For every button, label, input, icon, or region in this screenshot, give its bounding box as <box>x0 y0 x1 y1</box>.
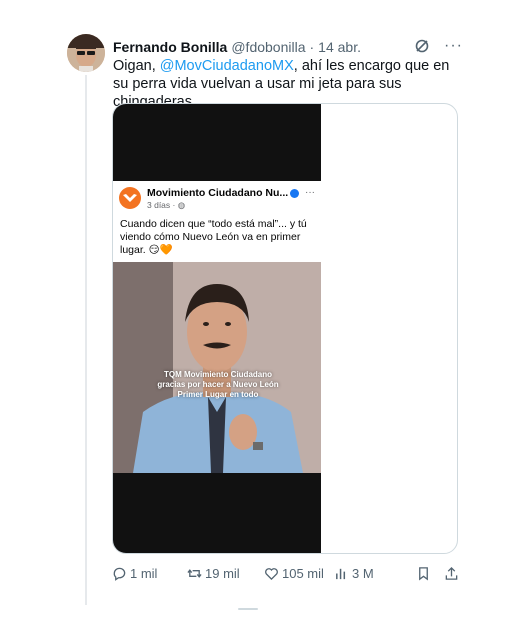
like-count: 105 mil <box>282 566 324 581</box>
photo-overlay-text: TQM Movimiento Ciudadano gracias por hac… <box>157 370 279 399</box>
like-icon <box>265 568 278 581</box>
fb-post-header: Movimiento Ciudadano Nu... 3 días · ◍ <box>119 187 300 211</box>
more-icon[interactable]: ··· <box>444 38 463 54</box>
like-button[interactable]: 105 mil <box>264 566 324 581</box>
media-card[interactable]: Movimiento Ciudadano Nu... 3 días · ◍ ··… <box>112 103 458 554</box>
tweet-text-prefix: Oigan, <box>113 58 160 74</box>
bookmark-icon <box>419 567 428 581</box>
fb-post-photo: TQM Movimiento Ciudadano gracias por hac… <box>113 262 321 473</box>
reply-icon <box>113 567 126 581</box>
avatar[interactable] <box>67 34 105 72</box>
share-button[interactable] <box>444 566 462 581</box>
verified-icon <box>290 188 300 198</box>
embedded-facebook-post: Movimiento Ciudadano Nu... 3 días · ◍ ··… <box>113 181 321 473</box>
tweet-actions: 1 mil 19 mil 105 mil 3 M <box>112 566 462 586</box>
reply-count: 1 mil <box>130 566 158 581</box>
grok-icon[interactable] <box>414 38 430 54</box>
header-actions: ··· <box>414 38 463 54</box>
author-handle[interactable]: @fdobonilla <box>231 39 305 55</box>
reply-button[interactable]: 1 mil <box>112 566 157 581</box>
views-count: 3 M <box>352 566 374 581</box>
author-name[interactable]: Fernando Bonilla <box>113 39 227 55</box>
tweet-header: Fernando Bonilla @fdobonilla · 14 abr. ·… <box>113 38 463 56</box>
globe-icon: ◍ <box>177 200 186 210</box>
fb-page-name: Movimiento Ciudadano Nu... <box>147 187 300 199</box>
fb-post-text: Cuando dicen que “todo está mal”... y tú… <box>120 218 307 256</box>
thread-line <box>85 75 87 605</box>
avatar-image <box>67 34 105 72</box>
movimiento-ciudadano-logo-icon <box>119 187 141 209</box>
separator: · <box>309 39 315 55</box>
fb-post-age: 3 días · ◍ <box>147 200 186 210</box>
mention-link[interactable]: @MovCiudadanoMX <box>160 58 294 74</box>
share-icon <box>445 566 458 580</box>
views-button[interactable]: 3 M <box>334 566 374 581</box>
person-photo <box>113 262 321 473</box>
repost-count: 19 mil <box>205 566 240 581</box>
timestamp[interactable]: 14 abr. <box>318 39 361 55</box>
bottom-divider <box>238 608 258 610</box>
bookmark-button[interactable] <box>416 566 434 581</box>
fb-more-icon: ··· <box>305 187 315 198</box>
views-icon <box>336 568 346 580</box>
repost-icon <box>187 569 202 578</box>
repost-button[interactable]: 19 mil <box>187 566 240 581</box>
media-image[interactable]: Movimiento Ciudadano Nu... 3 días · ◍ ··… <box>113 104 321 553</box>
